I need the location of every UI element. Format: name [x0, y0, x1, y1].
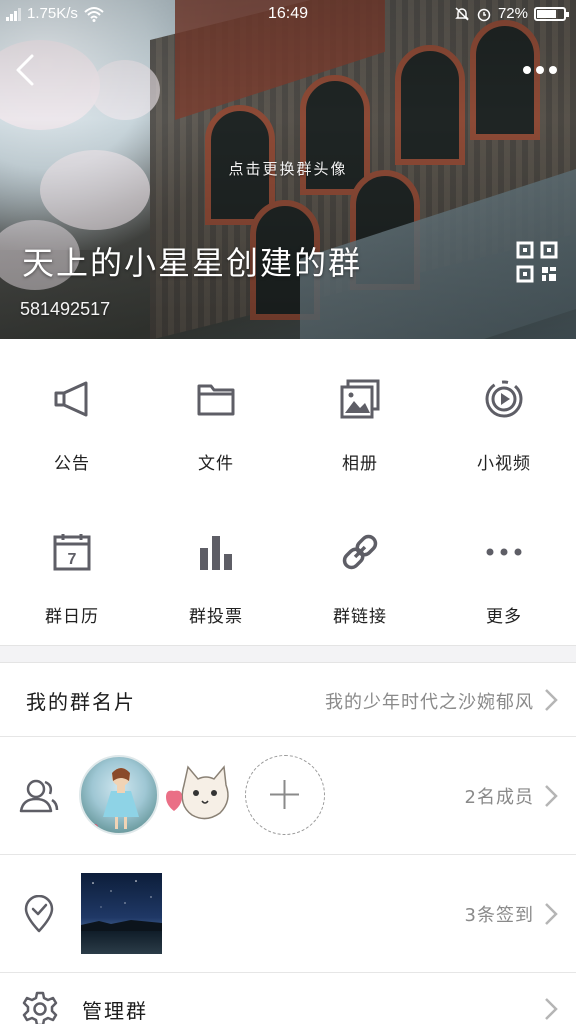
member-avatar[interactable] [162, 755, 242, 835]
checkin-count: 3条签到 [464, 905, 534, 926]
alarm-icon [477, 8, 491, 21]
group-id: 581492517 [20, 299, 111, 319]
members-icon [19, 779, 59, 813]
battery-icon [534, 6, 569, 21]
add-member-button[interactable] [245, 755, 325, 835]
my-group-card-title: 我的群名片 [26, 690, 136, 714]
gear-icon [22, 991, 58, 1024]
function-label: 公告 [54, 454, 90, 474]
function-label: 文件 [198, 454, 234, 474]
battery-percent: 72% [497, 5, 528, 22]
chevron-right-icon [545, 903, 558, 925]
group-name: 天上的小星星创建的群 [22, 244, 363, 282]
link-icon [342, 534, 378, 570]
function-label: 群链接 [333, 607, 387, 627]
more-icon [486, 548, 522, 556]
member-avatar[interactable] [79, 755, 159, 835]
function-grid: 公告 文件 相册 小视频 7 群日历 群投票 群链接 更多 [0, 339, 576, 645]
function-label: 群投票 [189, 607, 243, 627]
function-label: 小视频 [477, 454, 531, 474]
more-dots-icon [536, 66, 544, 74]
chevron-right-icon [545, 689, 558, 711]
checkin-photo[interactable] [81, 873, 162, 954]
back-button[interactable] [8, 48, 48, 92]
function-label: 群日历 [45, 607, 99, 627]
function-link[interactable]: 群链接 [288, 492, 432, 645]
my-group-card-value: 我的少年时代之沙婉郁风 [325, 692, 534, 713]
more-dots-icon [523, 66, 531, 74]
location-check-icon [24, 895, 54, 933]
function-more[interactable]: 更多 [432, 492, 576, 645]
function-files[interactable]: 文件 [144, 339, 288, 492]
function-vote[interactable]: 群投票 [144, 492, 288, 645]
calendar-icon: 7 [53, 534, 91, 571]
change-avatar-hint[interactable]: 点击更换群头像 [0, 158, 576, 179]
bar-chart-icon [200, 536, 232, 570]
folder-icon [197, 384, 235, 416]
status-bar: 1.75K/s 16:49 72% [0, 0, 576, 30]
plus-icon [270, 780, 299, 809]
chevron-right-icon [545, 785, 558, 807]
more-options-button[interactable] [518, 56, 562, 84]
function-announcement[interactable]: 公告 [0, 339, 144, 492]
member-count: 2名成员 [464, 787, 534, 808]
qr-code-icon [516, 241, 558, 283]
album-icon [340, 379, 380, 419]
function-label: 更多 [486, 607, 522, 627]
battery-fill [537, 9, 556, 18]
function-label: 相册 [342, 454, 378, 474]
manage-group-row[interactable]: 管理群 [0, 973, 576, 1024]
mute-bell-icon [455, 6, 469, 21]
night-sky-image [81, 880, 162, 931]
calendar-day: 7 [68, 551, 77, 568]
more-dots-icon [549, 66, 557, 74]
qr-code-button[interactable] [516, 241, 558, 283]
video-icon [485, 380, 523, 418]
chevron-right-icon [545, 998, 558, 1020]
megaphone-icon [54, 381, 88, 417]
back-arrow-icon [16, 54, 34, 86]
function-short-video[interactable]: 小视频 [432, 339, 576, 492]
section-divider [0, 645, 576, 663]
status-right: 72% [454, 5, 569, 22]
function-album[interactable]: 相册 [288, 339, 432, 492]
avatar-cat-image [166, 765, 229, 820]
function-calendar[interactable]: 7 群日历 [0, 492, 144, 645]
my-group-card-row[interactable]: 我的群名片 我的少年时代之沙婉郁风 [0, 664, 576, 737]
manage-group-title: 管理群 [82, 999, 148, 1023]
